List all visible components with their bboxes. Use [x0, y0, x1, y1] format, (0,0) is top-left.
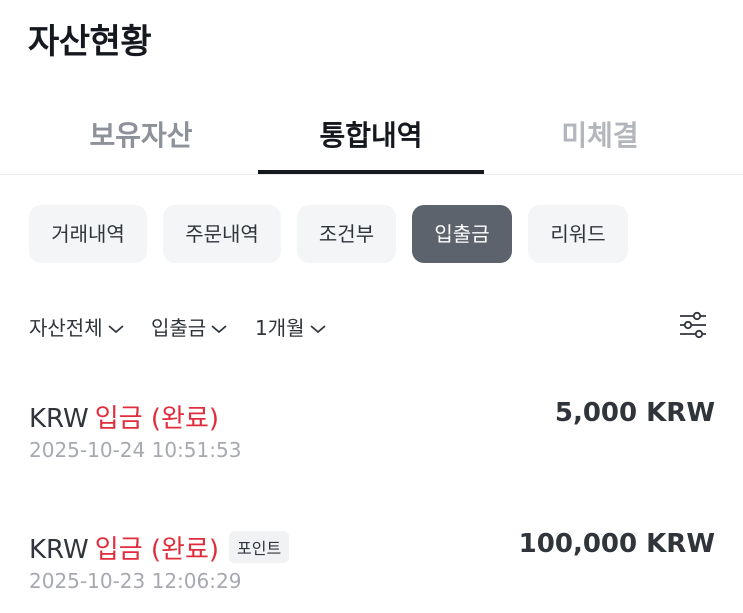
- chevron-down-icon: [107, 316, 125, 340]
- tab-holdings[interactable]: 보유자산: [28, 114, 254, 154]
- transaction-type: 입금 (완료): [94, 404, 220, 434]
- filter-settings-button[interactable]: [677, 310, 709, 340]
- page-title: 자산현황: [28, 22, 152, 62]
- transaction-item[interactable]: KRW 입금 (완료) 포인트 100,000 KRW 2025-10-23 12:…: [29, 529, 715, 593]
- transaction-time: 2025-10-24 10:51:53: [29, 438, 242, 462]
- filter-bar: 자산전체 입출금 1개월: [29, 310, 719, 342]
- chip-conditional[interactable]: 조건부: [297, 205, 396, 263]
- point-badge: 포인트: [229, 531, 290, 563]
- chip-deposit-withdrawal[interactable]: 입출금: [412, 205, 512, 263]
- chevron-down-icon: [309, 316, 327, 340]
- chevron-down-icon: [210, 316, 228, 340]
- sliders-icon: [677, 311, 709, 344]
- transaction-currency: KRW: [29, 404, 89, 434]
- asset-filter-label: 자산전체: [29, 316, 103, 340]
- type-filter-dropdown[interactable]: 입출금: [151, 312, 228, 341]
- transaction-amount: 100,000 KRW: [518, 529, 715, 559]
- transaction-amount: 5,000 KRW: [554, 398, 715, 428]
- period-filter-dropdown[interactable]: 1개월: [255, 312, 327, 341]
- tab-unfilled[interactable]: 미체결: [487, 114, 713, 154]
- tab-history[interactable]: 통합내역: [258, 114, 484, 154]
- chip-rewards[interactable]: 리워드: [528, 205, 628, 263]
- transaction-type: 입금 (완료): [94, 535, 220, 565]
- chip-orders[interactable]: 주문내역: [163, 205, 281, 263]
- tab-bar: 보유자산 통합내역 미체결: [0, 96, 743, 175]
- chip-trades[interactable]: 거래내역: [29, 205, 147, 263]
- transaction-currency: KRW: [29, 535, 89, 565]
- active-tab-indicator: [258, 170, 484, 174]
- transaction-time: 2025-10-23 12:06:29: [29, 569, 242, 593]
- period-filter-label: 1개월: [255, 316, 305, 340]
- transaction-item[interactable]: KRW 입금 (완료) 5,000 KRW 2025-10-24 10:51:53: [29, 398, 715, 462]
- asset-filter-dropdown[interactable]: 자산전체: [29, 312, 125, 341]
- type-filter-label: 입출금: [151, 316, 207, 340]
